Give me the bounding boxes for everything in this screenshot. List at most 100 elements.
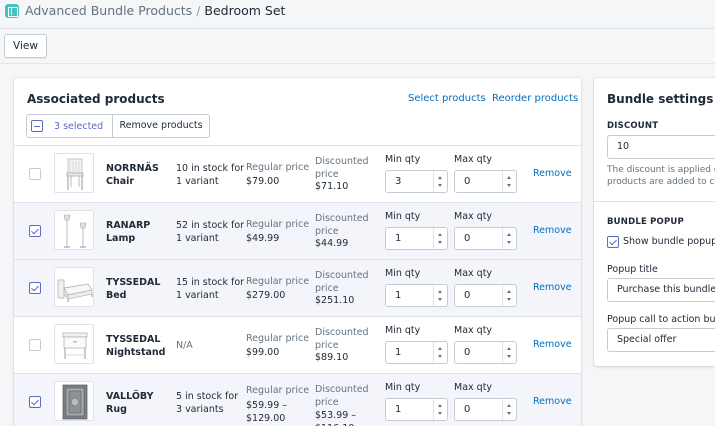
- max-qty-value[interactable]: 0: [464, 404, 470, 415]
- stepper-buttons[interactable]: [433, 285, 447, 306]
- max-qty-label: Max qty: [454, 325, 493, 336]
- stepper-up-icon[interactable]: [507, 347, 511, 350]
- stepper-up-icon[interactable]: [507, 176, 511, 179]
- bulk-select-toggle[interactable]: 3 selected: [27, 115, 113, 137]
- row-checkbox[interactable]: [29, 396, 41, 408]
- min-qty-value[interactable]: 1: [395, 233, 401, 244]
- discount-value[interactable]: 10: [617, 141, 629, 152]
- discounted-price-value: $71.10: [315, 181, 349, 192]
- stepper-down-icon[interactable]: [438, 241, 442, 244]
- row-checkbox[interactable]: [29, 225, 41, 237]
- stepper-buttons[interactable]: [433, 171, 447, 192]
- remove-link[interactable]: Remove: [533, 168, 572, 179]
- product-name[interactable]: TYSSEDAL Bed: [106, 276, 176, 302]
- stepper-up-icon[interactable]: [438, 176, 442, 179]
- stepper-down-icon[interactable]: [507, 355, 511, 358]
- row-checkbox[interactable]: [29, 168, 41, 180]
- product-name[interactable]: VALLÖBY Rug: [106, 390, 176, 416]
- discount-label: DISCOUNT: [607, 121, 659, 131]
- max-qty-value[interactable]: 0: [464, 347, 470, 358]
- stepper-down-icon[interactable]: [507, 241, 511, 244]
- popup-cta-field[interactable]: Special offer: [607, 328, 715, 352]
- row-checkbox[interactable]: [29, 339, 41, 351]
- stepper-up-icon[interactable]: [438, 290, 442, 293]
- stepper-buttons[interactable]: [502, 399, 516, 420]
- discounted-price-label: Discounted price: [315, 156, 369, 180]
- breadcrumb-parent[interactable]: Advanced Bundle Products: [25, 3, 192, 18]
- product-name[interactable]: RANARP Lamp: [106, 219, 176, 245]
- stepper-down-icon[interactable]: [507, 184, 511, 187]
- stock-info: 5 in stock for 3 variants: [176, 391, 239, 415]
- stepper-buttons[interactable]: [433, 228, 447, 249]
- breadcrumb-separator: /: [196, 3, 201, 18]
- remove-link[interactable]: Remove: [533, 339, 572, 350]
- min-qty-value[interactable]: 1: [395, 347, 401, 358]
- stepper-buttons[interactable]: [433, 399, 447, 420]
- view-button[interactable]: View: [4, 34, 47, 58]
- max-qty-stepper[interactable]: 0: [454, 170, 517, 193]
- indeterminate-checkbox-icon[interactable]: [31, 120, 43, 132]
- stepper-up-icon[interactable]: [438, 233, 442, 236]
- select-products-link[interactable]: Select products: [408, 93, 486, 104]
- stepper-up-icon[interactable]: [438, 347, 442, 350]
- show-popup-checkbox[interactable]: [607, 236, 619, 248]
- max-qty-label: Max qty: [454, 154, 493, 165]
- app-icon[interactable]: [5, 4, 19, 18]
- remove-products-button[interactable]: Remove products: [113, 115, 209, 137]
- stock-info: 15 in stock for 1 variant: [176, 277, 245, 301]
- max-qty-label: Max qty: [454, 268, 493, 279]
- settings-divider: [594, 201, 715, 202]
- stepper-down-icon[interactable]: [507, 412, 511, 415]
- min-qty-value[interactable]: 1: [395, 404, 401, 415]
- product-thumbnail: [54, 267, 94, 307]
- row-checkbox[interactable]: [29, 282, 41, 294]
- regular-price-label: Regular price: [246, 219, 310, 230]
- min-qty-value[interactable]: 1: [395, 290, 401, 301]
- popup-cta-value[interactable]: Special offer: [617, 334, 676, 345]
- min-qty-stepper[interactable]: 1: [385, 341, 448, 364]
- rug-image-icon: [62, 384, 88, 420]
- stepper-buttons[interactable]: [502, 342, 516, 363]
- stepper-up-icon[interactable]: [507, 290, 511, 293]
- stepper-buttons[interactable]: [502, 285, 516, 306]
- popup-title-value[interactable]: Purchase this bundle a: [617, 284, 715, 295]
- product-thumbnail: [54, 153, 94, 193]
- stepper-buttons[interactable]: [502, 228, 516, 249]
- discount-field[interactable]: 10: [607, 135, 715, 159]
- min-qty-stepper[interactable]: 3: [385, 170, 448, 193]
- product-name[interactable]: NORRNÄS Chair: [106, 162, 176, 188]
- selected-count: 3 selected: [54, 120, 104, 132]
- max-qty-value[interactable]: 0: [464, 233, 470, 244]
- remove-link[interactable]: Remove: [533, 282, 572, 293]
- max-qty-value[interactable]: 0: [464, 176, 470, 187]
- remove-link[interactable]: Remove: [533, 225, 572, 236]
- stepper-down-icon[interactable]: [507, 298, 511, 301]
- stepper-buttons[interactable]: [502, 171, 516, 192]
- reorder-products-link[interactable]: Reorder products: [492, 93, 578, 104]
- stepper-down-icon[interactable]: [438, 412, 442, 415]
- stepper-up-icon[interactable]: [507, 404, 511, 407]
- stepper-up-icon[interactable]: [438, 404, 442, 407]
- min-qty-value[interactable]: 3: [395, 176, 401, 187]
- stepper-down-icon[interactable]: [438, 298, 442, 301]
- popup-title-field[interactable]: Purchase this bundle a: [607, 278, 715, 302]
- stepper-buttons[interactable]: [433, 342, 447, 363]
- max-qty-stepper[interactable]: 0: [454, 284, 517, 307]
- max-qty-stepper[interactable]: 0: [454, 227, 517, 250]
- stepper-down-icon[interactable]: [438, 184, 442, 187]
- product-name[interactable]: TYSSEDAL Nightstand: [106, 333, 176, 359]
- popup-cta-label: Popup call to action butto: [607, 314, 715, 325]
- min-qty-label: Min qty: [385, 382, 421, 393]
- min-qty-stepper[interactable]: 1: [385, 284, 448, 307]
- max-qty-stepper[interactable]: 0: [454, 341, 517, 364]
- max-qty-value[interactable]: 0: [464, 290, 470, 301]
- min-qty-stepper[interactable]: 1: [385, 227, 448, 250]
- min-qty-stepper[interactable]: 1: [385, 398, 448, 421]
- breadcrumb: Advanced Bundle Products / Bedroom Set: [25, 3, 285, 19]
- discounted-price-value: $53.99 – $116.10: [315, 410, 357, 426]
- max-qty-stepper[interactable]: 0: [454, 398, 517, 421]
- stepper-up-icon[interactable]: [507, 233, 511, 236]
- remove-link[interactable]: Remove: [533, 396, 572, 407]
- stepper-down-icon[interactable]: [438, 355, 442, 358]
- product-row-ranarp-lamp: RANARP Lamp 52 in stock for 1 variant Re…: [14, 202, 581, 259]
